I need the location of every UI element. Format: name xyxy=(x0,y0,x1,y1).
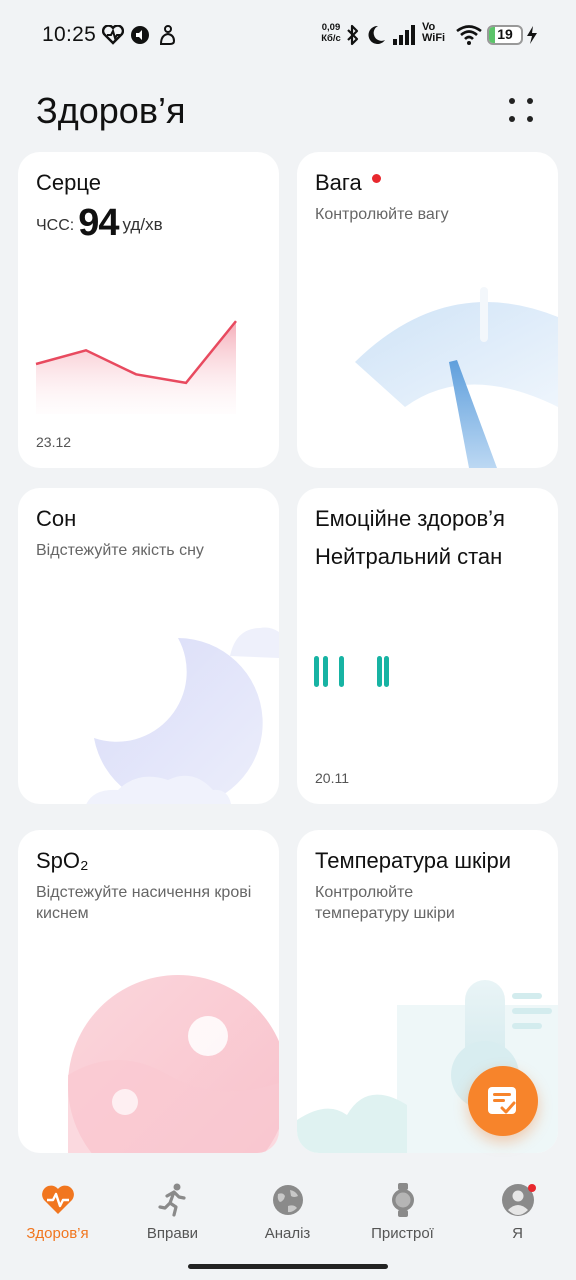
network-speed-value: 0,09 xyxy=(321,22,341,33)
heart-rate-area xyxy=(36,321,236,414)
heart-card-date: 23.12 xyxy=(36,434,72,450)
battery-indicator: 19 xyxy=(487,25,523,45)
heart-card[interactable]: Серце ЧСС: 94 уд/хв 23.12 xyxy=(18,152,279,468)
wifi-icon xyxy=(456,25,482,45)
nav-me[interactable]: Я xyxy=(460,1182,575,1252)
sleep-card-title: Сон xyxy=(36,506,77,531)
notes-check-icon xyxy=(488,1087,516,1114)
spo2-card[interactable]: SpO₂ Відстежуйте насичення крові киснем xyxy=(18,830,279,1153)
nav-devices-label: Пристрої xyxy=(371,1225,434,1242)
status-time: 10:25 xyxy=(42,23,97,46)
nav-workouts[interactable]: Вправи xyxy=(115,1182,230,1252)
skin-temperature-card-title: Температура шкіри xyxy=(315,848,512,873)
emotion-card-date: 20.11 xyxy=(315,770,349,786)
nav-analysis-label: Аналіз xyxy=(264,1225,311,1242)
cast-icon xyxy=(131,26,149,44)
globe-icon xyxy=(272,1185,303,1215)
status-right-group: 0,09 Кб/с Vo WiFi 19 xyxy=(316,18,546,52)
spo2-illustration xyxy=(68,975,279,1153)
page-title: Здоров’я xyxy=(36,90,186,131)
wifi-label: WiFi xyxy=(422,32,446,44)
profile-alert-dot xyxy=(528,1184,536,1192)
moon-cloud-illustration xyxy=(86,627,279,804)
nav-health[interactable]: Здоров’я xyxy=(0,1182,115,1252)
signal-icon xyxy=(393,25,415,45)
nav-me-label: Я xyxy=(512,1225,523,1242)
weight-card-subtitle: Контролюйте вагу xyxy=(315,206,449,223)
running-icon xyxy=(157,1183,186,1217)
health-report-fab[interactable] xyxy=(468,1066,538,1136)
weight-card-title: Вага xyxy=(315,170,362,195)
sleep-card-subtitle: Відстежуйте якість сну xyxy=(36,542,204,559)
nav-devices[interactable]: Пристрої xyxy=(345,1182,460,1252)
charging-icon xyxy=(527,26,537,44)
nav-health-label: Здоров’я xyxy=(26,1225,89,1242)
menu-dot xyxy=(527,116,533,122)
bluetooth-icon xyxy=(347,24,359,46)
nav-workouts-label: Вправи xyxy=(146,1225,199,1242)
more-options-button[interactable] xyxy=(503,92,539,128)
network-speed: 0,09 Кб/с xyxy=(316,22,346,44)
home-indicator[interactable] xyxy=(188,1264,388,1269)
heart-rate-chart xyxy=(35,320,237,414)
menu-dot xyxy=(509,116,515,122)
menu-dot xyxy=(509,98,515,104)
watch-icon xyxy=(391,1183,414,1217)
weight-card[interactable]: Вага Контролюйте вагу xyxy=(297,152,558,468)
menu-dot xyxy=(527,98,533,104)
sleep-card[interactable]: Сон Відстежуйте якість сну xyxy=(18,488,279,804)
health-heart-icon xyxy=(41,1185,74,1214)
nav-analysis[interactable]: Аналіз xyxy=(230,1182,345,1252)
network-speed-unit: Кб/с xyxy=(321,33,341,44)
vowifi-label: Vo WiFi xyxy=(422,22,445,44)
spo2-card-title: SpO₂ xyxy=(36,848,89,873)
emotion-bars xyxy=(314,656,389,687)
status-bar: 10:25 0,09 Кб/с Vo WiFi 19 xyxy=(0,0,576,70)
skin-temperature-card-subtitle: Контролюйте температуру шкіри xyxy=(315,884,455,922)
moon-icon xyxy=(368,25,385,44)
bottom-navigation: Здоров’я Вправи Аналіз Пристрої Я xyxy=(0,1170,576,1260)
spo2-card-subtitle: Відстежуйте насичення крові киснем xyxy=(36,884,252,922)
battery-level: 19 xyxy=(497,26,513,42)
weight-alert-dot xyxy=(372,174,381,183)
app-notification-icon xyxy=(159,25,176,45)
heart-pulse-icon xyxy=(102,25,124,45)
weight-scale-illustration xyxy=(355,287,558,468)
emotion-card[interactable]: Емоційне здоров’я Нейтральний стан 20.11 xyxy=(297,488,558,804)
